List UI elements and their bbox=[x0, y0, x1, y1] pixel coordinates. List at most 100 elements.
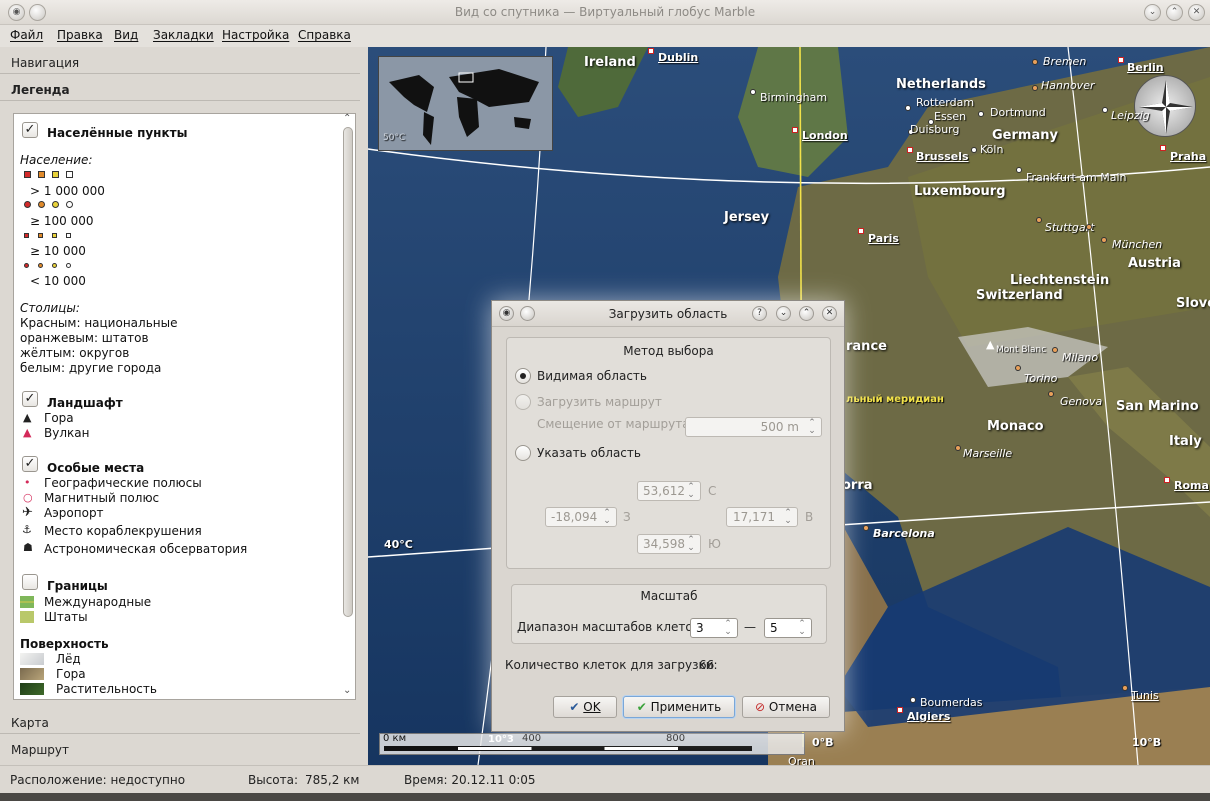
status-time: Время: 20.12.11 0:05 bbox=[404, 773, 536, 787]
capital-marker bbox=[1160, 145, 1166, 151]
west-spinbox[interactable]: -18,094 ⌃ ⌄ bbox=[545, 507, 617, 527]
ice-swatch bbox=[20, 653, 44, 665]
tile-from-spinbox[interactable]: 3 ⌃ ⌄ bbox=[690, 618, 738, 638]
spin-arrows-icon[interactable]: ⌃ ⌄ bbox=[806, 419, 818, 436]
cancel-icon: ⊘ bbox=[755, 700, 766, 714]
city-label: Oran bbox=[788, 755, 815, 765]
surface-mountain: Гора bbox=[56, 667, 86, 681]
scale-ruler bbox=[384, 746, 752, 751]
maximize-icon[interactable]: ⌃ bbox=[1166, 4, 1183, 21]
east-spinbox[interactable]: 17,171 ⌃ ⌄ bbox=[726, 507, 798, 527]
spin-arrows-icon[interactable]: ⌃ ⌄ bbox=[796, 620, 808, 637]
country-label: Monaco bbox=[987, 419, 1044, 434]
country-label: Ireland bbox=[584, 55, 636, 70]
city-marker bbox=[971, 147, 977, 153]
route-offset-value: 500 m bbox=[760, 420, 799, 434]
load-route-radio[interactable] bbox=[515, 394, 531, 410]
spin-arrows-icon[interactable]: ⌃ ⌄ bbox=[782, 509, 794, 526]
shipwreck-icon: ⚓ bbox=[22, 523, 32, 536]
poi-checkbox[interactable]: ✓ bbox=[22, 456, 38, 472]
spin-arrows-icon[interactable]: ⌃ ⌄ bbox=[685, 483, 697, 500]
country-label: Liechtenstein bbox=[1010, 273, 1110, 288]
apply-button[interactable]: ✔ Применить bbox=[623, 696, 735, 718]
specify-area-label[interactable]: Указать область bbox=[537, 446, 641, 460]
country-label: rance bbox=[846, 339, 887, 354]
minimize-icon[interactable]: ⌄ bbox=[1144, 4, 1161, 21]
menu-help[interactable]: Справка bbox=[298, 28, 351, 42]
status-bar: Расположение: недоступно Высота: 785,2 к… bbox=[0, 765, 1210, 793]
window-title: Вид со спутника — Виртуальный глобус Mar… bbox=[454, 5, 756, 19]
specify-area-radio[interactable] bbox=[515, 445, 531, 461]
visible-area-label[interactable]: Видимая область bbox=[537, 369, 647, 383]
terrain-checkbox[interactable]: ✓ bbox=[22, 391, 38, 407]
city-yellow-icon bbox=[52, 201, 59, 208]
spin-arrows-icon[interactable]: ⌃ ⌄ bbox=[722, 620, 734, 637]
tile-from-value: 3 bbox=[696, 621, 704, 635]
tile-dash: — bbox=[744, 620, 756, 634]
legend-scrollbar[interactable]: ⌃ ⌄ bbox=[340, 113, 356, 700]
minimize-icon[interactable]: ⌄ bbox=[776, 306, 791, 321]
capitals-yellow: жёлтым: округов bbox=[20, 346, 130, 360]
city-label: Milano bbox=[1062, 351, 1099, 364]
capital-label: Praha bbox=[1170, 150, 1207, 163]
city-marker bbox=[1086, 224, 1092, 230]
village-yellow-icon bbox=[52, 263, 57, 268]
visible-area-radio[interactable] bbox=[515, 368, 531, 384]
capital-orange-icon bbox=[38, 171, 45, 178]
north-spinbox[interactable]: 53,612 ⌃ ⌄ bbox=[637, 481, 701, 501]
city-label: München bbox=[1112, 238, 1163, 251]
menu-bookmarks[interactable]: Закладки bbox=[153, 28, 214, 42]
cancel-label: Отмена bbox=[768, 700, 817, 714]
city-label: Rotterdam bbox=[916, 96, 975, 109]
city-marker bbox=[1101, 237, 1107, 243]
country-label: Germany bbox=[992, 128, 1058, 143]
borders-checkbox[interactable] bbox=[22, 574, 38, 590]
menu-view[interactable]: Вид bbox=[114, 28, 138, 42]
menu-edit[interactable]: Правка bbox=[57, 28, 103, 42]
compass-icon[interactable] bbox=[1134, 75, 1196, 137]
help-icon[interactable]: ? bbox=[752, 306, 767, 321]
country-label: Netherlands bbox=[896, 77, 986, 92]
load-route-label[interactable]: Загрузить маршрут bbox=[537, 395, 662, 409]
scrollbar-thumb[interactable] bbox=[343, 127, 353, 617]
scroll-up-icon[interactable]: ⌃ bbox=[343, 113, 351, 125]
scale-title: Масштаб bbox=[640, 589, 698, 603]
capital-marker bbox=[858, 228, 864, 234]
places-checkbox[interactable]: ✓ bbox=[22, 122, 38, 138]
tab-route[interactable]: Маршрут bbox=[0, 734, 360, 760]
cancel-button[interactable]: ⊘ Отмена bbox=[742, 696, 830, 718]
border-states: Штаты bbox=[44, 610, 88, 624]
city-marker bbox=[1052, 347, 1058, 353]
menu-settings[interactable]: Настройка bbox=[222, 28, 289, 42]
spin-arrows-icon[interactable]: ⌃ ⌄ bbox=[601, 509, 613, 526]
tab-legend[interactable]: Легенда bbox=[0, 74, 360, 100]
tab-map[interactable]: Карта bbox=[0, 707, 360, 733]
capitals-white: белым: другие города bbox=[20, 361, 162, 375]
city-marker bbox=[1048, 391, 1054, 397]
tab-navigation[interactable]: Навигация bbox=[0, 47, 360, 73]
close-icon[interactable]: ✕ bbox=[822, 306, 837, 321]
scroll-down-icon[interactable]: ⌄ bbox=[343, 685, 351, 697]
spin-arrows-icon[interactable]: ⌃ ⌄ bbox=[685, 536, 697, 553]
maximize-icon[interactable]: ⌃ bbox=[799, 306, 814, 321]
north-label: С bbox=[708, 484, 717, 498]
method-title: Метод выбора bbox=[623, 344, 714, 358]
divider bbox=[0, 100, 360, 101]
tile-to-spinbox[interactable]: 5 ⌃ ⌄ bbox=[764, 618, 812, 638]
capitals-red: Красным: национальные bbox=[20, 316, 178, 330]
capital-label: Brussels bbox=[916, 150, 969, 163]
mountain-icon: ▲ bbox=[986, 338, 995, 351]
download-region-dialog: ◉ Загрузить область ? ⌄ ⌃ ✕ Метод выбора… bbox=[491, 300, 845, 732]
close-icon[interactable]: ✕ bbox=[1188, 4, 1205, 21]
menu-file[interactable]: Файл bbox=[10, 28, 43, 42]
lat-label: 40°C bbox=[384, 538, 413, 551]
ok-button[interactable]: ✔ OK bbox=[553, 696, 617, 718]
south-spinbox[interactable]: 34,598 ⌃ ⌄ bbox=[637, 534, 701, 554]
legend-poi-title: Особые места bbox=[47, 461, 145, 475]
magnetic-pole-icon: ○ bbox=[23, 491, 33, 504]
poi-mag-pole: Магнитный полюс bbox=[44, 491, 160, 505]
east-label: В bbox=[805, 510, 814, 524]
world-overview-map[interactable]: 50°C bbox=[378, 56, 553, 151]
route-offset-spinbox[interactable]: 500 m ⌃ ⌄ bbox=[685, 417, 822, 437]
capital-label: London bbox=[802, 129, 848, 142]
